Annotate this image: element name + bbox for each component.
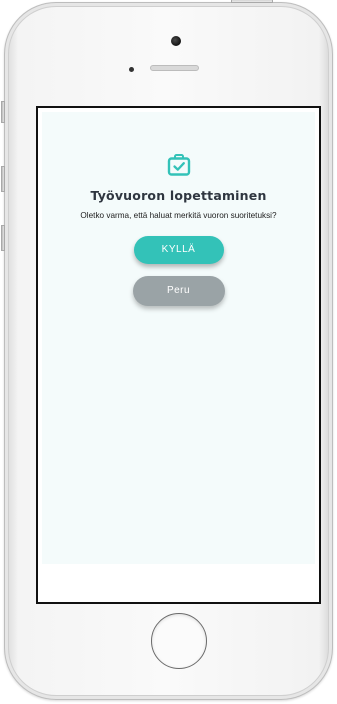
earpiece-speaker (150, 65, 199, 71)
device-screen: Työvuoron lopettaminen Oletko varma, ett… (36, 106, 321, 604)
home-button[interactable] (151, 613, 207, 669)
mute-switch (1, 101, 5, 123)
volume-down-button (1, 225, 5, 251)
cancel-button[interactable]: Peru (132, 275, 225, 306)
confirm-button[interactable]: KYLLÄ (133, 235, 224, 264)
proximity-sensor (129, 67, 134, 72)
front-camera (171, 36, 181, 46)
volume-up-button (1, 166, 5, 192)
briefcase-check-icon (167, 154, 190, 176)
dialog-message: Oletko varma, että haluat merkitä vuoron… (80, 211, 277, 220)
power-button (231, 0, 273, 3)
phone-frame: Työvuoron lopettaminen Oletko varma, ett… (4, 0, 333, 700)
dialog-title: Työvuoron lopettaminen (90, 188, 267, 203)
app-content: Työvuoron lopettaminen Oletko varma, ett… (42, 112, 315, 564)
end-shift-dialog: Työvuoron lopettaminen Oletko varma, ett… (42, 152, 315, 306)
